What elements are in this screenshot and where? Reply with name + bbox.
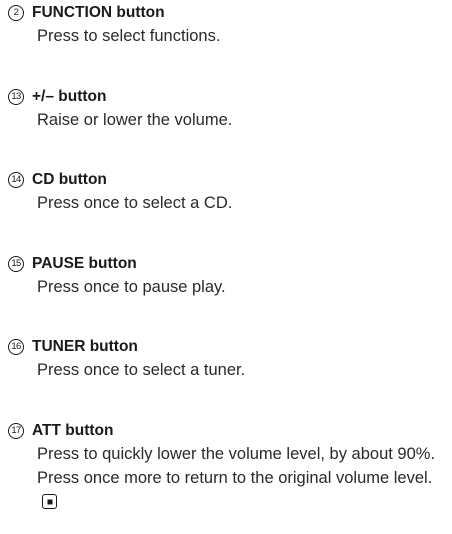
item-title: +/– button <box>32 88 107 105</box>
entry-att-button: 17 ATT button Press to quickly lower the… <box>8 420 448 514</box>
entry-cd-button: 14 CD button Press once to select a CD. <box>8 169 448 215</box>
item-number: 14 <box>8 172 24 188</box>
item-title: PAUSE button <box>32 255 137 272</box>
item-description: Press to select functions. <box>37 27 221 45</box>
item-number: 15 <box>8 256 24 272</box>
item-title: ATT button <box>32 422 114 439</box>
item-title: TUNER button <box>32 338 138 355</box>
item-description: Press to quickly lower the volume level,… <box>37 445 436 487</box>
item-description: Raise or lower the volume. <box>37 111 233 129</box>
item-number: 17 <box>8 423 24 439</box>
item-description: Press once to pause play. <box>37 278 226 296</box>
item-title: CD button <box>32 171 107 188</box>
entry-tuner-button: 16 TUNER button Press once to select a t… <box>8 336 448 382</box>
item-description: Press once to select a tuner. <box>37 361 246 379</box>
item-description: Press once to select a CD. <box>37 194 233 212</box>
item-title: FUNCTION button <box>32 4 165 21</box>
item-number: 16 <box>8 339 24 355</box>
item-number: 2 <box>8 5 24 21</box>
entry-pause-button: 15 PAUSE button Press once to pause play… <box>8 253 448 299</box>
entry-function-button: 2 FUNCTION button Press to select functi… <box>8 2 448 48</box>
item-number: 13 <box>8 89 24 105</box>
end-of-section-icon <box>42 494 57 509</box>
entry-volume-button: 13 +/– button Raise or lower the volume. <box>8 86 448 132</box>
